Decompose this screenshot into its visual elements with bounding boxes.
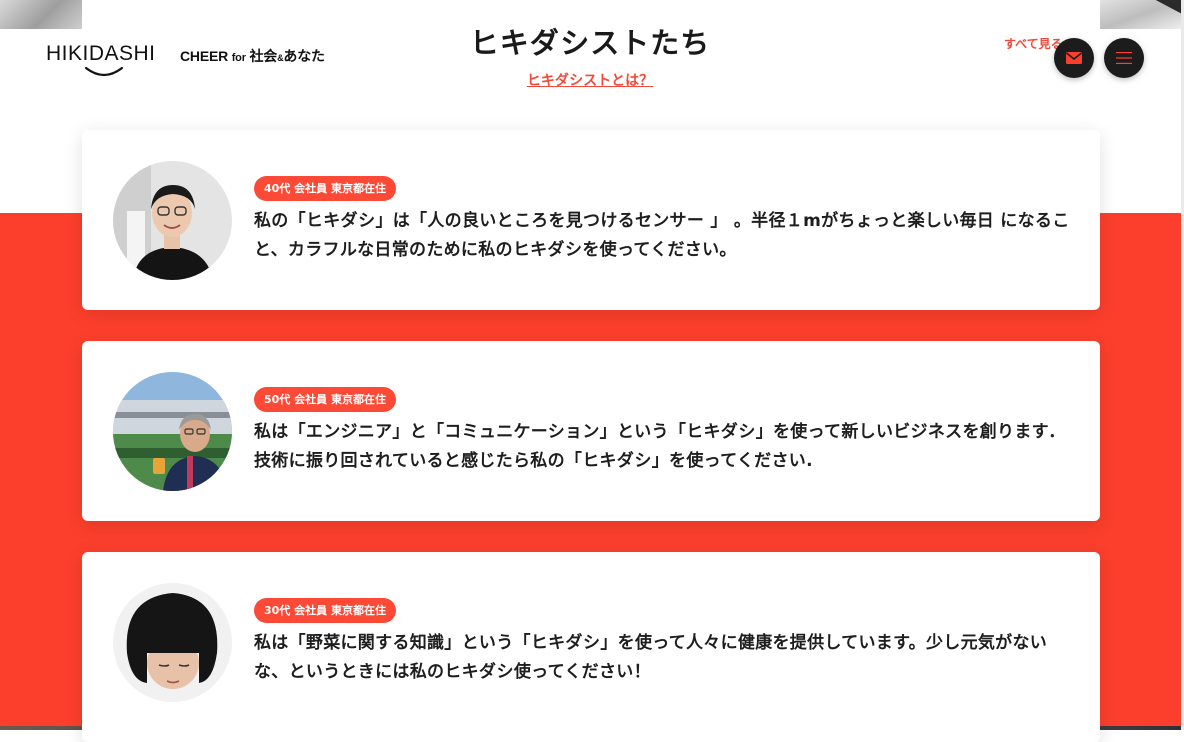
tagline: CHEER for 社会&あなた bbox=[180, 46, 325, 66]
profile-card[interactable]: 40代 会社員 東京都在住 私の「ヒキダシ」は「人の良いところを見つけるセンサー… bbox=[82, 130, 1100, 310]
envelope-icon bbox=[1066, 52, 1082, 64]
tagline-you: あなた bbox=[283, 48, 325, 64]
profile-card[interactable]: 30代 会社員 東京都在住 私は「野菜に関する知識」という「ヒキダシ」を使って人… bbox=[82, 552, 1100, 742]
see-all-link[interactable]: すべて見る bbox=[1004, 35, 1063, 52]
profile-quote: 私は「エンジニア」と「コミュニケーション」という「ヒキダシ」を使って新しいビジネ… bbox=[254, 422, 1066, 471]
logo-smile-icon bbox=[84, 66, 124, 77]
about-hikidashist-link[interactable]: ヒキダシストとは？ bbox=[430, 70, 750, 90]
avatar bbox=[113, 372, 232, 491]
tagline-for: for bbox=[231, 52, 246, 64]
hikidashi-logo[interactable]: HIKIDASHI bbox=[46, 40, 162, 80]
tagline-society: 社会 bbox=[249, 48, 278, 64]
background-photo-right bbox=[1100, 0, 1184, 29]
profile-badge: 40代 会社員 東京都在住 bbox=[254, 176, 396, 201]
avatar bbox=[113, 583, 232, 702]
profile-quote: 私の「ヒキダシ」は「人の良いところを見つけるセンサー 」 。半径１mがちょっと楽… bbox=[254, 211, 1070, 260]
profile-badge: 30代 会社員 東京都在住 bbox=[254, 598, 396, 623]
profile-badge: 50代 会社員 東京都在住 bbox=[254, 387, 396, 412]
profile-quote: 私は「野菜に関する知識」という「ヒキダシ」を使って人々に健康を提供しています。少… bbox=[254, 633, 1048, 682]
avatar bbox=[113, 161, 232, 280]
contact-mail-button[interactable] bbox=[1054, 38, 1094, 78]
tagline-cheer: CHEER bbox=[180, 48, 229, 64]
profile-card[interactable]: 50代 会社員 東京都在住 私は「エンジニア」と「コミュニケーション」という「ヒ… bbox=[82, 341, 1100, 521]
menu-button[interactable] bbox=[1104, 38, 1144, 78]
logo-text: HIKIDASHI bbox=[46, 42, 156, 65]
background-photo-left bbox=[0, 0, 82, 29]
page-title: ヒキダシストたち bbox=[469, 26, 711, 60]
hamburger-menu-icon bbox=[1116, 52, 1132, 64]
